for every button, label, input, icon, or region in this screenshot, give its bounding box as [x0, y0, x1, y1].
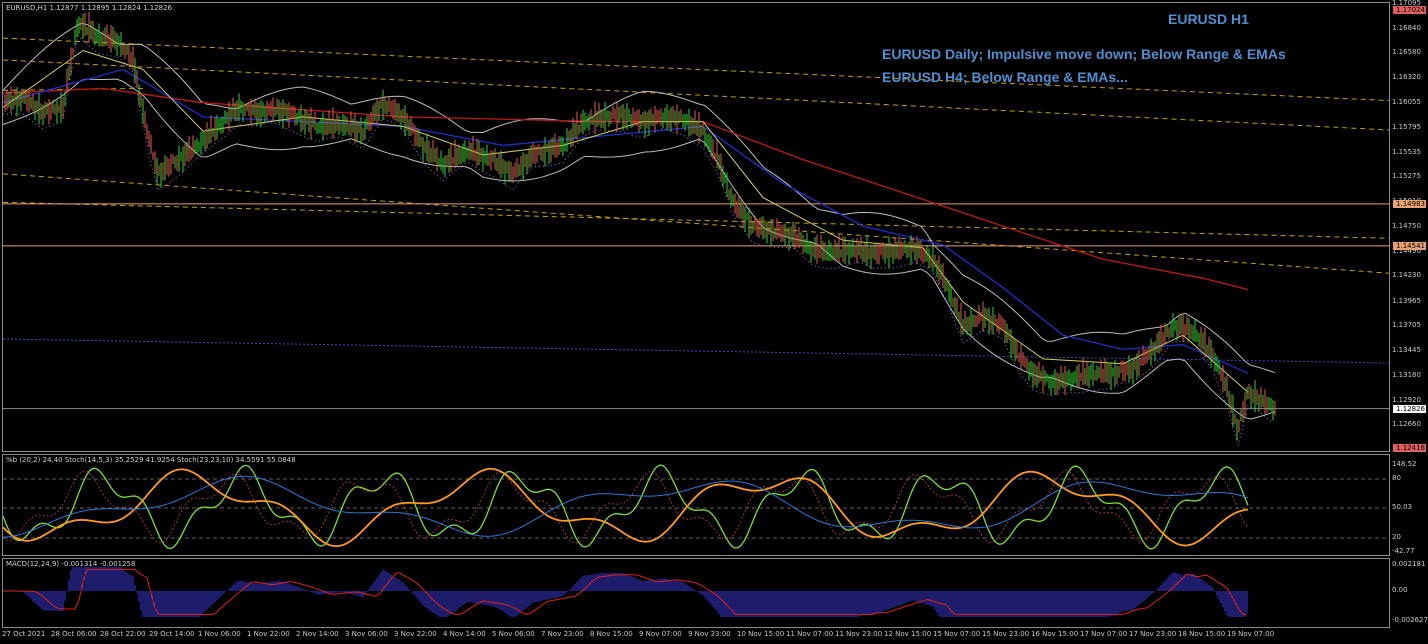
- oscillator-canvas[interactable]: [3, 455, 1389, 555]
- time-label: 8 Nov 15:00: [590, 630, 633, 638]
- time-label: 4 Nov 14:00: [443, 630, 486, 638]
- macd-pane[interactable]: MACD(12,24,9) -0.001314 -0.001258: [2, 558, 1390, 628]
- time-label: 2 Nov 14:00: [296, 630, 339, 638]
- time-label: 10 Nov 15:00: [737, 630, 785, 638]
- oscillator-header: %b (20,2) 24.40 Stoch(14,5,3) 35.2529 41…: [6, 456, 296, 464]
- macd-tick: 0.002181: [1392, 560, 1426, 568]
- time-label: 15 Nov 07:00: [933, 630, 981, 638]
- price-chart-canvas[interactable]: [3, 3, 1389, 451]
- time-label: 18 Nov 15:00: [1178, 630, 1226, 638]
- macd-tick: 0.00: [1392, 586, 1408, 594]
- macd-canvas[interactable]: [3, 559, 1389, 627]
- note-h4: EURUSD H4; Below Range & EMAs...: [882, 69, 1128, 85]
- time-label: 19 Nov 07:00: [1227, 630, 1275, 638]
- macd-tick: -0.002627: [1392, 616, 1428, 624]
- time-label: 11 Nov 23:00: [835, 630, 883, 638]
- time-label: 7 Nov 23:00: [541, 630, 584, 638]
- price-tick: 1.16055: [1392, 98, 1421, 107]
- chart-header: EURUSD,H1 1.12877 1.12895 1.12824 1.1282…: [6, 4, 172, 12]
- time-label: 5 Nov 06:00: [492, 630, 535, 638]
- price-chart-pane[interactable]: EURUSD,H1 1.12877 1.12895 1.12824 1.1282…: [2, 2, 1390, 452]
- time-label: 15 Nov 23:00: [982, 630, 1030, 638]
- price-tag: 1.17024: [1393, 6, 1426, 15]
- price-tick: 1.15275: [1392, 172, 1421, 181]
- time-axis[interactable]: 27 Oct 2021 28 Oct 06:00 28 Oct 22:00 29 Oc…: [0, 629, 1390, 644]
- price-tag: 1.12826: [1393, 404, 1426, 413]
- oscillator-pane[interactable]: %b (20,2) 24.40 Stoch(14,5,3) 35.2529 41…: [2, 454, 1390, 556]
- time-label: 1 Nov 06:00: [198, 630, 241, 638]
- stoch-slow-line: [3, 467, 1249, 548]
- time-label: 3 Nov 22:00: [394, 630, 437, 638]
- price-tick: 1.16580: [1392, 48, 1421, 57]
- price-tick: 1.13180: [1392, 371, 1421, 380]
- time-label: 28 Oct 06:00: [51, 630, 97, 638]
- price-tick: 1.15535: [1392, 147, 1421, 156]
- price-tag: 1.12416: [1393, 443, 1426, 452]
- time-label: 9 Nov 07:00: [639, 630, 682, 638]
- price-tick: 1.16320: [1392, 73, 1421, 82]
- chart-title: EURUSD H1: [1168, 11, 1249, 27]
- time-label: 29 Oct 14:00: [149, 630, 195, 638]
- price-axis[interactable]: 1.17095 1.16840 1.16580 1.16320 1.16055 1.157…: [1392, 0, 1428, 452]
- price-tag: 1.14541: [1393, 241, 1426, 250]
- stoch-signal-line: [3, 470, 1249, 544]
- time-label: 3 Nov 06:00: [345, 630, 388, 638]
- ma-yellow-line: [3, 49, 1249, 393]
- time-label: 17 Nov 23:00: [1129, 630, 1177, 638]
- time-label: 9 Nov 23:00: [688, 630, 731, 638]
- price-tick: 1.12660: [1392, 420, 1421, 429]
- percent-b-line: [3, 475, 1249, 538]
- price-tick: 1.16840: [1392, 23, 1421, 32]
- price-tag: 1.14983: [1393, 199, 1426, 208]
- time-label: 1 Nov 22:00: [247, 630, 290, 638]
- time-label: 16 Nov 15:00: [1031, 630, 1079, 638]
- oscillator-tick: 50.03: [1392, 503, 1413, 511]
- note-daily: EURUSD Daily; Impulsive move down; Below…: [882, 46, 1286, 62]
- price-tick: 1.15795: [1392, 122, 1421, 131]
- oscillator-tick: 148.52: [1392, 460, 1417, 468]
- oscillator-tick: 80: [1392, 474, 1401, 482]
- time-label: 17 Nov 07:00: [1080, 630, 1128, 638]
- macd-header: MACD(12,24,9) -0.001314 -0.001258: [6, 560, 136, 568]
- price-tick: 1.13705: [1392, 321, 1421, 330]
- stoch-fast-line: [3, 464, 1249, 550]
- price-tick: 1.14230: [1392, 271, 1421, 280]
- channel-line: [3, 173, 1389, 274]
- price-tick: 1.13445: [1392, 345, 1421, 354]
- price-tick: 1.12920: [1392, 395, 1421, 404]
- oscillator-tick: 20: [1392, 533, 1401, 541]
- price-tick: 1.13965: [1392, 296, 1421, 305]
- time-label: 27 Oct 2021: [2, 630, 46, 638]
- price-tick: 1.14750: [1392, 222, 1421, 231]
- time-label: 28 Oct 22:00: [100, 630, 146, 638]
- oscillator-tick: -42.77: [1392, 547, 1415, 555]
- time-label: 12 Nov 15:00: [884, 630, 932, 638]
- time-label: 11 Nov 07:00: [786, 630, 834, 638]
- macd-axis[interactable]: 0.002181 0.00 -0.002627: [1392, 558, 1428, 628]
- oscillator-axis[interactable]: 148.52 80 50.03 20 -42.77: [1392, 454, 1428, 556]
- channel-line: [3, 201, 1389, 239]
